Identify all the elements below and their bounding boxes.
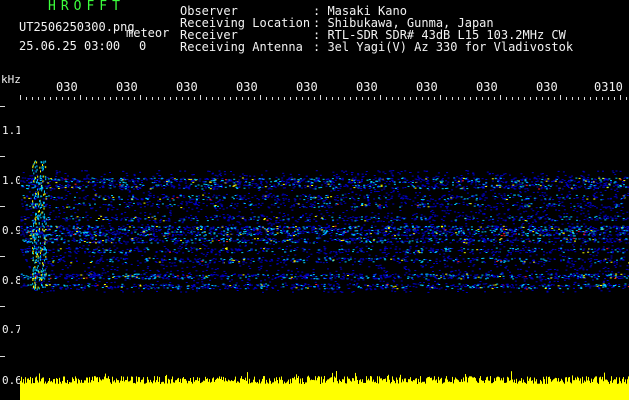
y-axis-label: 0.9 bbox=[2, 224, 22, 237]
y-axis-label: 1.1 bbox=[2, 124, 22, 137]
antenna-label: Receiving Antenna bbox=[180, 40, 303, 54]
timestamp: 25.06.25 03:00 bbox=[19, 39, 121, 53]
x-axis-label: 030 bbox=[176, 80, 198, 94]
antenna-value: : 3el Yagi(V) Az 330 for Vladivostok bbox=[313, 40, 574, 54]
file-name: UT2506250300.png bbox=[19, 20, 135, 34]
x-axis-label: 030 bbox=[116, 80, 138, 94]
y-axis-label: 0.8 bbox=[2, 274, 22, 287]
hrofft-spectrogram-window: HROFFT UT2506250300.png meteor 25.06.25 … bbox=[0, 0, 629, 400]
x-axis-label: 0310 bbox=[594, 80, 623, 94]
y-axis-tick bbox=[0, 306, 5, 307]
y-axis-tick bbox=[0, 156, 5, 157]
x-axis-label: 030 bbox=[56, 80, 78, 94]
y-axis-tick bbox=[0, 106, 5, 107]
y-axis-tick bbox=[0, 356, 5, 357]
y-axis-label: 0.7 bbox=[2, 323, 22, 336]
x-axis-label: 030 bbox=[236, 80, 258, 94]
detection-tag: meteor bbox=[126, 26, 170, 40]
x-axis-label: 030 bbox=[356, 80, 378, 94]
y-axis-tick bbox=[0, 206, 5, 207]
y-axis-label: 1.0 bbox=[2, 174, 22, 187]
frequency-axis-unit: kHz bbox=[1, 73, 21, 86]
y-axis-tick bbox=[0, 256, 5, 257]
timestamp-extra: 0 bbox=[139, 39, 147, 53]
spectrogram-plot bbox=[20, 100, 629, 400]
x-axis-label: 030 bbox=[536, 80, 558, 94]
app-brand: HROFFT bbox=[48, 0, 125, 14]
y-axis-label: 0.6 bbox=[2, 374, 22, 387]
x-axis-label: 030 bbox=[476, 80, 498, 94]
x-axis-label: 030 bbox=[416, 80, 438, 94]
x-axis-label: 030 bbox=[296, 80, 318, 94]
